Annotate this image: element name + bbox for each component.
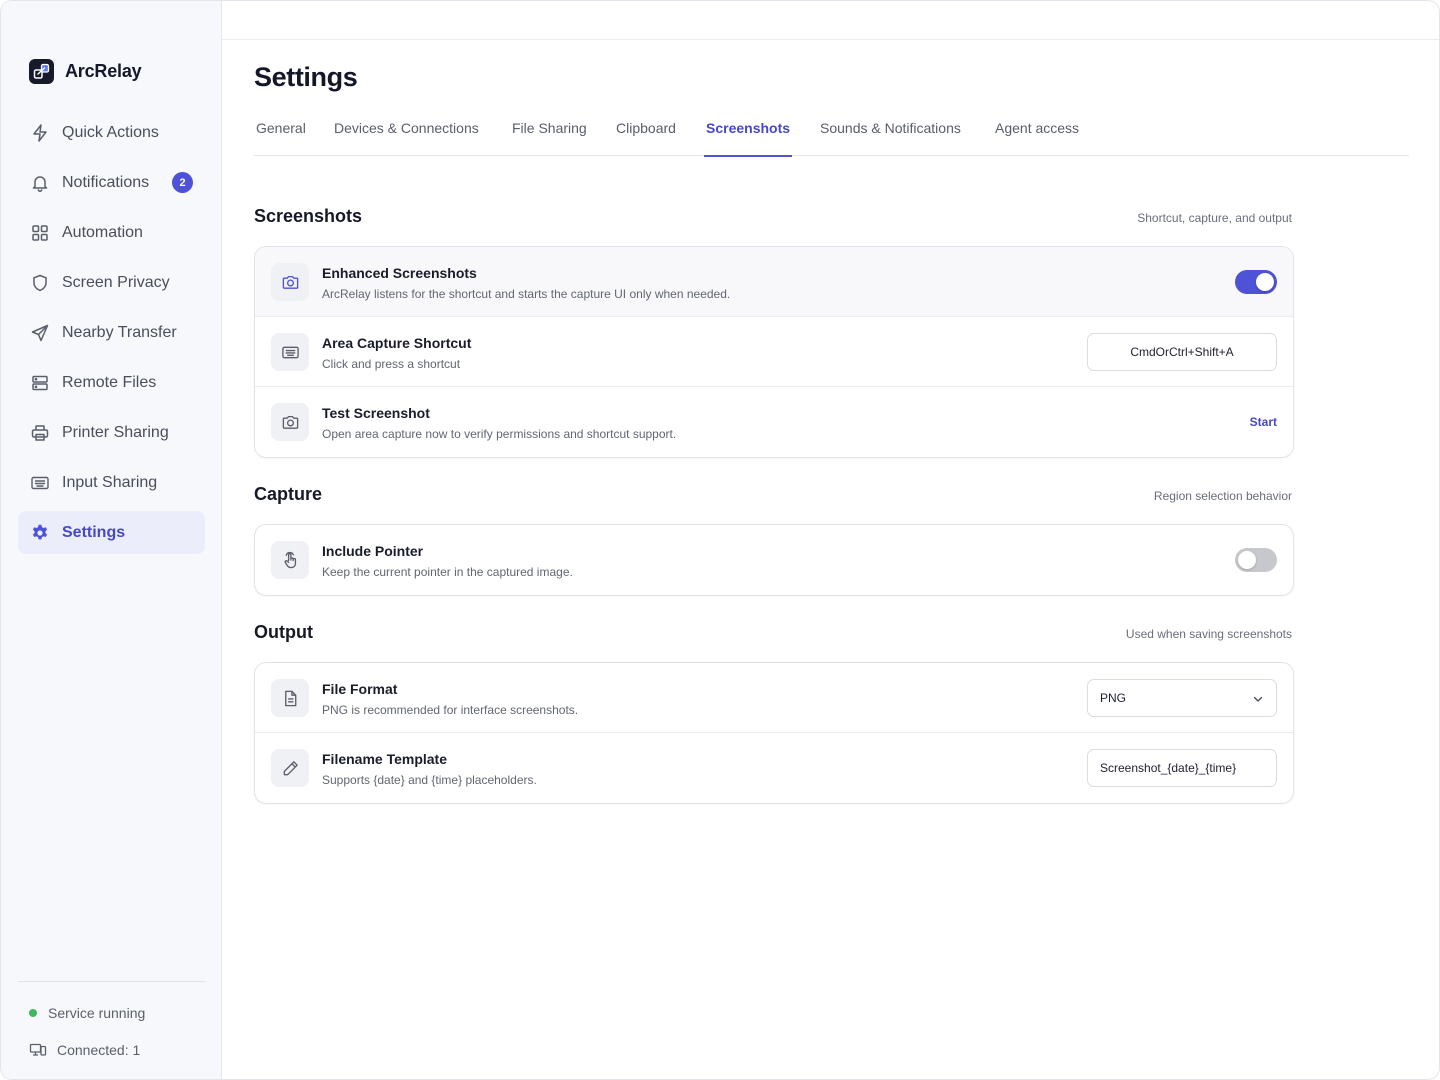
- tab-sounds-notifications[interactable]: Sounds & Notifications: [818, 99, 963, 156]
- connection-status-text: Connected: 1: [57, 1042, 141, 1058]
- sidebar-item-quick-actions[interactable]: Quick Actions: [18, 111, 205, 154]
- filename-template-input[interactable]: [1100, 761, 1264, 775]
- row-description: Open area capture now to verify permissi…: [322, 427, 677, 441]
- tab-agent-access[interactable]: Agent access: [993, 99, 1081, 156]
- sidebar-item-remote-files[interactable]: Remote Files: [18, 361, 205, 404]
- devices-icon: [29, 1043, 47, 1056]
- service-status-text: Service running: [48, 1005, 146, 1021]
- notification-count-badge: 2: [172, 172, 193, 193]
- output-card: File Format PNG is recommended for inter…: [254, 662, 1294, 804]
- row-description: ArcRelay listens for the shortcut and st…: [322, 287, 731, 301]
- setting-row-test-screenshot: Test Screenshot Open area capture now to…: [255, 387, 1293, 457]
- printer-icon: [31, 424, 49, 441]
- section-subtitle-capture: Region selection behavior: [1153, 489, 1292, 503]
- sidebar-item-notifications[interactable]: Notifications 2: [18, 161, 205, 204]
- row-description: PNG is recommended for interface screens…: [322, 703, 579, 717]
- camera-icon: [271, 403, 309, 441]
- status-dot-icon: [29, 1009, 37, 1017]
- section-subtitle-screenshots: Shortcut, capture, and output: [1137, 211, 1292, 225]
- section-title-output: Output: [254, 622, 313, 642]
- document-icon: [271, 679, 309, 717]
- arcrelay-logo-icon: [29, 59, 54, 84]
- sidebar-item-label: Automation: [62, 223, 143, 241]
- sidebar: ArcRelay Quick Actions Notifications 2 A…: [1, 1, 222, 1079]
- tab-devices-connections[interactable]: Devices & Connections: [332, 99, 481, 156]
- file-format-select[interactable]: PNG: [1087, 679, 1277, 717]
- app-name: ArcRelay: [65, 61, 142, 81]
- brand: ArcRelay: [29, 59, 142, 84]
- sidebar-item-screen-privacy[interactable]: Screen Privacy: [18, 261, 205, 304]
- sidebar-item-settings[interactable]: Settings: [18, 511, 205, 554]
- capture-card: Include Pointer Keep the current pointer…: [254, 524, 1294, 596]
- window-topbar: [222, 1, 1439, 40]
- section-subtitle-output: Used when saving screenshots: [1125, 627, 1292, 641]
- service-status: Service running: [29, 1005, 145, 1021]
- include-pointer-toggle[interactable]: [1235, 548, 1277, 572]
- tab-general[interactable]: General: [254, 99, 308, 156]
- sidebar-item-printer-sharing[interactable]: Printer Sharing: [18, 411, 205, 454]
- grid-icon: [32, 224, 48, 241]
- sidebar-item-label: Remote Files: [62, 373, 157, 391]
- setting-row-filename-template: Filename Template Supports {date} and {t…: [255, 733, 1293, 803]
- row-title: Enhanced Screenshots: [322, 265, 477, 281]
- bell-icon: [32, 175, 48, 192]
- sidebar-item-label: Notifications: [62, 173, 150, 191]
- sidebar-item-label: Nearby Transfer: [62, 323, 177, 341]
- row-title: Test Screenshot: [322, 405, 430, 421]
- shield-icon: [33, 274, 47, 291]
- row-description: Click and press a shortcut: [322, 357, 461, 371]
- row-title: Filename Template: [322, 751, 448, 767]
- sidebar-item-label: Printer Sharing: [62, 423, 169, 441]
- row-description: Supports {date} and {time} placeholders.: [322, 773, 537, 787]
- shortcut-recorder-field[interactable]: CmdOrCtrl+Shift+A: [1087, 333, 1277, 371]
- sidebar-nav: Quick Actions Notifications 2 Automation…: [18, 111, 205, 561]
- gear-icon: [32, 524, 48, 539]
- lightning-icon: [33, 123, 47, 142]
- row-description: Keep the current pointer in the captured…: [322, 565, 573, 579]
- sidebar-item-nearby-transfer[interactable]: Nearby Transfer: [18, 311, 205, 354]
- page-title: Settings: [254, 62, 358, 92]
- setting-row-enhanced-screenshots: Enhanced Screenshots ArcRelay listens fo…: [255, 247, 1293, 317]
- setting-row-file-format: File Format PNG is recommended for inter…: [255, 663, 1293, 733]
- file-format-value: PNG: [1100, 691, 1127, 705]
- settings-tabs: General Devices & Connections File Shari…: [254, 99, 1409, 157]
- setting-row-include-pointer: Include Pointer Keep the current pointer…: [255, 525, 1293, 595]
- enhanced-screenshots-toggle[interactable]: [1235, 270, 1277, 294]
- sidebar-item-label: Quick Actions: [62, 123, 159, 141]
- sidebar-divider: [18, 981, 205, 982]
- row-title: File Format: [322, 681, 398, 697]
- send-icon: [31, 324, 49, 341]
- filename-template-field[interactable]: [1087, 749, 1277, 787]
- start-test-button[interactable]: Start: [1250, 415, 1277, 429]
- sidebar-item-automation[interactable]: Automation: [18, 211, 205, 254]
- sidebar-item-label: Input Sharing: [62, 473, 158, 491]
- screenshots-card: Enhanced Screenshots ArcRelay listens fo…: [254, 246, 1294, 458]
- keyboard-icon: [31, 476, 49, 489]
- sidebar-item-label: Settings: [62, 523, 126, 541]
- camera-icon: [271, 263, 309, 301]
- setting-row-area-capture-shortcut: Area Capture Shortcut Click and press a …: [255, 317, 1293, 387]
- connection-status: Connected: 1: [29, 1041, 140, 1059]
- tab-file-sharing[interactable]: File Sharing: [510, 99, 589, 156]
- app-window: ArcRelay Quick Actions Notifications 2 A…: [0, 0, 1440, 1080]
- section-title-capture: Capture: [254, 484, 323, 504]
- sidebar-item-input-sharing[interactable]: Input Sharing: [18, 461, 205, 504]
- section-title-screenshots: Screenshots: [254, 206, 363, 226]
- row-title: Area Capture Shortcut: [322, 335, 472, 351]
- keyboard-icon: [271, 333, 309, 371]
- pointer-hand-icon: [271, 541, 309, 579]
- toggle-knob: [1256, 273, 1274, 291]
- toggle-knob: [1238, 551, 1256, 569]
- server-icon: [32, 375, 48, 390]
- sidebar-item-label: Screen Privacy: [62, 273, 170, 291]
- pencil-icon: [271, 749, 309, 787]
- tab-screenshots[interactable]: Screenshots: [704, 99, 793, 157]
- tab-clipboard[interactable]: Clipboard: [614, 99, 678, 156]
- chevron-down-icon: [1253, 696, 1263, 702]
- row-title: Include Pointer: [322, 543, 424, 559]
